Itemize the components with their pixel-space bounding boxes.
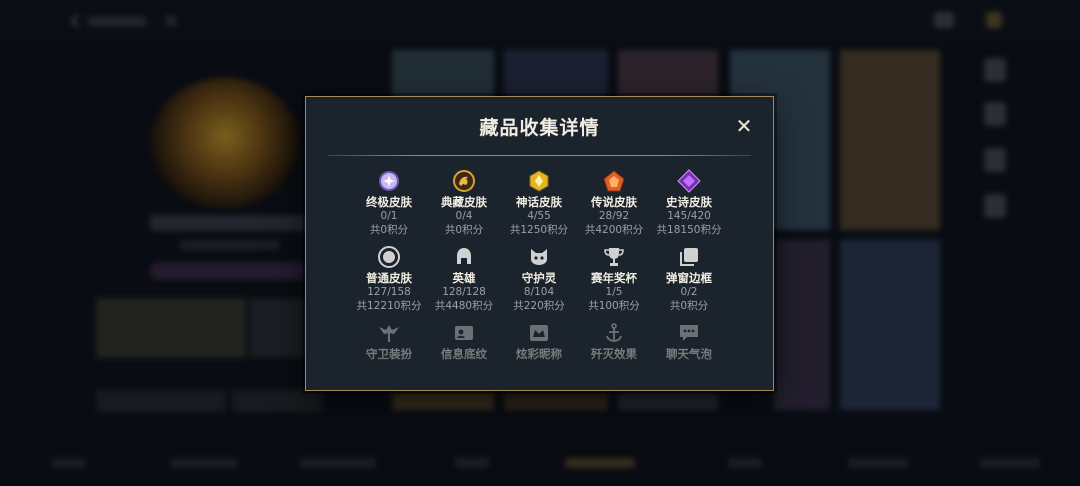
category-item-mythic-skin[interactable]: 神话皮肤 4/55 共1250积分 xyxy=(501,169,577,237)
ultimate-skin-icon xyxy=(379,171,399,191)
category-item-popup-frame[interactable]: 弹窗边框 0/2 共0积分 xyxy=(651,245,727,313)
dialog-title: 藏品收集详情 xyxy=(479,117,600,139)
normal-skin-icon xyxy=(378,246,400,268)
category-item-legendary-skin[interactable]: 传说皮肤 28/92 共4200积分 xyxy=(576,169,652,237)
treasure-skin-icon xyxy=(453,170,475,192)
elimination-effect-icon xyxy=(606,323,622,342)
epic-skin-icon xyxy=(677,169,701,193)
category-item-treasure-skin[interactable]: 典藏皮肤 0/4 共0积分 xyxy=(426,169,502,237)
category-item-normal-skin[interactable]: 普通皮肤 127/158 共12210积分 xyxy=(351,245,427,313)
category-item-epic-skin[interactable]: 史诗皮肤 145/420 共18150积分 xyxy=(651,169,727,237)
legendary-skin-icon xyxy=(603,170,625,192)
category-item-info-card[interactable]: 信息底纹 xyxy=(426,321,502,361)
chat-bubble-icon xyxy=(680,325,698,341)
hero-icon xyxy=(457,248,471,266)
category-item-nickname[interactable]: 炫彩昵称 xyxy=(501,321,577,361)
nickname-icon xyxy=(530,325,548,341)
trophy-icon xyxy=(604,248,624,266)
category-item-chat-bubble[interactable]: 聊天气泡 xyxy=(651,321,727,361)
mythic-skin-icon xyxy=(529,170,549,192)
category-item-guardian-spirit[interactable]: 守护灵 8/104 共220积分 xyxy=(501,245,577,313)
category-item-ultimate-skin[interactable]: 终极皮肤 0/1 共0积分 xyxy=(351,169,427,237)
title-divider xyxy=(328,155,751,156)
category-item-elimination-effect[interactable]: 歼灭效果 xyxy=(576,321,652,361)
ward-skin-icon xyxy=(379,325,399,342)
popup-frame-icon xyxy=(680,248,698,266)
category-item-trophy[interactable]: 赛年奖杯 1/5 共100积分 xyxy=(576,245,652,313)
category-item-hero[interactable]: 英雄 128/128 共4480积分 xyxy=(426,245,502,313)
close-button[interactable]: ✕ xyxy=(733,115,755,137)
category-item-ward-skin[interactable]: 守卫装扮 xyxy=(351,321,427,361)
guardian-spirit-icon xyxy=(531,249,547,265)
info-card-icon xyxy=(455,326,473,340)
collection-details-dialog: 藏品收集详情 ✕ 终极皮肤 0/1 共0积分 典藏皮肤 0/4 共0积分 神话皮… xyxy=(305,96,774,391)
